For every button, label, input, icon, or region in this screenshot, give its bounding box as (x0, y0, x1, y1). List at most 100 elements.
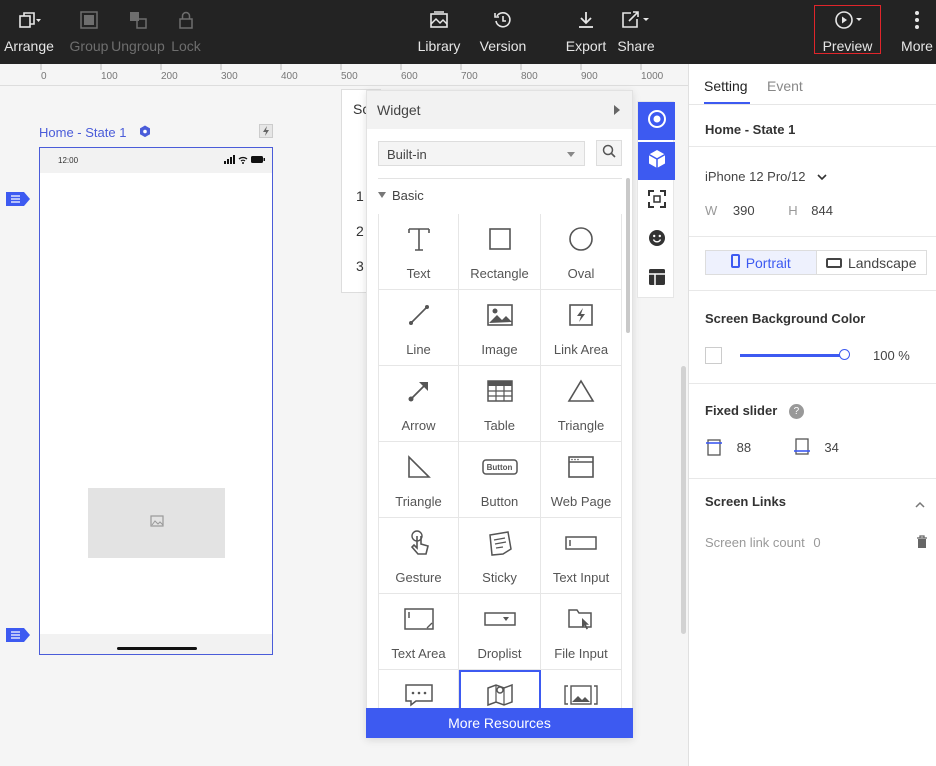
divider (689, 236, 936, 237)
widget-panel-header[interactable]: Widget (367, 91, 632, 129)
export-icon (576, 8, 596, 32)
widget-arrow[interactable]: Arrow (378, 366, 459, 442)
category-basic[interactable]: Basic (378, 188, 424, 203)
landscape-option[interactable]: Landscape (817, 251, 927, 274)
widget-image[interactable]: Image (459, 290, 541, 366)
share-button[interactable]: Share (615, 0, 657, 64)
ruler-label: 900 (581, 71, 598, 82)
fixed-values-row: 88 34 (705, 438, 839, 459)
widget-label: File Input (554, 646, 608, 661)
widget-text[interactable]: Text (378, 214, 459, 290)
share-label: Share (617, 38, 655, 54)
widget-search-button[interactable] (596, 140, 622, 166)
height-value[interactable]: 844 (811, 203, 833, 218)
image-placeholder[interactable] (88, 488, 225, 558)
widget-gesture[interactable]: Gesture (378, 518, 459, 594)
widget-link-area[interactable]: Link Area (541, 290, 622, 366)
chevron-right-icon[interactable] (614, 105, 620, 115)
ruler-label: 0 (41, 71, 47, 82)
preview-button[interactable]: Preview (820, 0, 875, 64)
opacity-slider-handle[interactable] (839, 349, 850, 360)
widget-triangle[interactable]: Triangle (541, 366, 622, 442)
panel-switcher-strip (637, 101, 675, 298)
device-value: iPhone 12 Pro/12 (705, 169, 806, 184)
fixed-top-value[interactable]: 88 (737, 440, 751, 455)
strip-item-scan[interactable] (638, 182, 675, 220)
group-button[interactable]: Group (69, 0, 109, 64)
tab-event[interactable]: Event (767, 78, 803, 94)
widget-sticky[interactable]: Sticky (459, 518, 541, 594)
widget-label: Button (480, 494, 519, 509)
bg-color-swatch[interactable] (705, 347, 722, 364)
strip-item-layout[interactable] (638, 260, 675, 298)
widget-button[interactable]: Button Button (459, 442, 541, 518)
widget-text-area[interactable]: Text Area (378, 594, 459, 670)
library-button[interactable]: Library (415, 0, 463, 64)
widget-label: Text Input (552, 570, 610, 585)
widget-panel-scrollbar[interactable] (626, 178, 630, 333)
widget-label: Text (406, 266, 431, 281)
ruler-label: 500 (341, 71, 358, 82)
widget-rectangle[interactable]: Rectangle (459, 214, 541, 290)
device-select[interactable]: iPhone 12 Pro/12 (705, 169, 827, 184)
opacity-slider[interactable] (740, 354, 845, 357)
widget-label: Table (483, 418, 516, 433)
widget-label: Web Page (550, 494, 612, 509)
widget-line[interactable]: Line (378, 290, 459, 366)
web-page-icon (567, 451, 595, 483)
ruler-label: 400 (281, 71, 298, 82)
portrait-label: Portrait (745, 254, 791, 271)
widget-label: Droplist (477, 646, 522, 661)
strip-item-widgets[interactable] (638, 142, 675, 180)
strip-item-emoji[interactable] (638, 221, 675, 259)
state-settings-icon[interactable] (139, 125, 151, 143)
widget-label: Image (481, 342, 518, 357)
divider (689, 383, 936, 384)
file-input-icon (567, 603, 595, 635)
state-title[interactable]: Home - State 1 (39, 125, 126, 140)
interaction-flash-icon[interactable] (259, 124, 273, 143)
ungroup-icon (128, 8, 148, 32)
chevron-up-icon[interactable] (915, 496, 925, 511)
table-icon (486, 375, 514, 407)
ungroup-button[interactable]: Ungroup (110, 0, 166, 64)
lock-button[interactable]: Lock (170, 0, 202, 64)
widget-oval[interactable]: Oval (541, 214, 622, 290)
arrange-label: Arrange (4, 38, 54, 54)
version-button[interactable]: Version (478, 0, 528, 64)
widget-droplist[interactable]: Droplist (459, 594, 541, 670)
opacity-value[interactable]: 100 % (873, 348, 910, 363)
library-select[interactable]: Built-in (378, 141, 585, 166)
more-resources-button[interactable]: More Resources (366, 708, 633, 738)
fixed-bottom-value[interactable]: 34 (824, 440, 838, 455)
widget-table[interactable]: Table (459, 366, 541, 442)
target-icon (647, 109, 667, 134)
width-value[interactable]: 390 (733, 203, 755, 218)
export-button[interactable]: Export (564, 0, 608, 64)
strip-item-target[interactable] (638, 102, 675, 140)
text-input-icon (565, 527, 597, 559)
widget-right-triangle[interactable]: Triangle (378, 442, 459, 518)
widget-label: Gesture (395, 570, 442, 585)
trash-icon[interactable] (916, 535, 928, 552)
phone-artboard[interactable]: 12:00 (39, 147, 273, 655)
top-fixed-marker[interactable] (6, 192, 30, 206)
scan-icon (647, 189, 666, 213)
arrange-button[interactable]: Arrange (4, 0, 54, 64)
preview-label: Preview (822, 38, 873, 54)
tab-setting[interactable]: Setting (704, 78, 748, 94)
canvas-scrollbar[interactable] (681, 366, 686, 634)
widget-label: Link Area (553, 342, 609, 357)
ruler-label: 300 (221, 71, 238, 82)
bottom-fixed-marker[interactable] (6, 628, 30, 642)
widget-file-input[interactable]: File Input (541, 594, 622, 670)
widget-web-page[interactable]: Web Page (541, 442, 622, 518)
top-toolbar: Arrange Group Ungroup Lock Library Versi… (0, 0, 936, 64)
image-carousel-icon (564, 679, 598, 711)
search-icon (602, 144, 616, 163)
portrait-option[interactable]: Portrait (706, 251, 817, 274)
help-icon[interactable]: ? (788, 404, 804, 419)
more-button[interactable]: More (899, 0, 935, 64)
widget-text-input[interactable]: Text Input (541, 518, 622, 594)
widget-label: Text Area (391, 646, 446, 661)
